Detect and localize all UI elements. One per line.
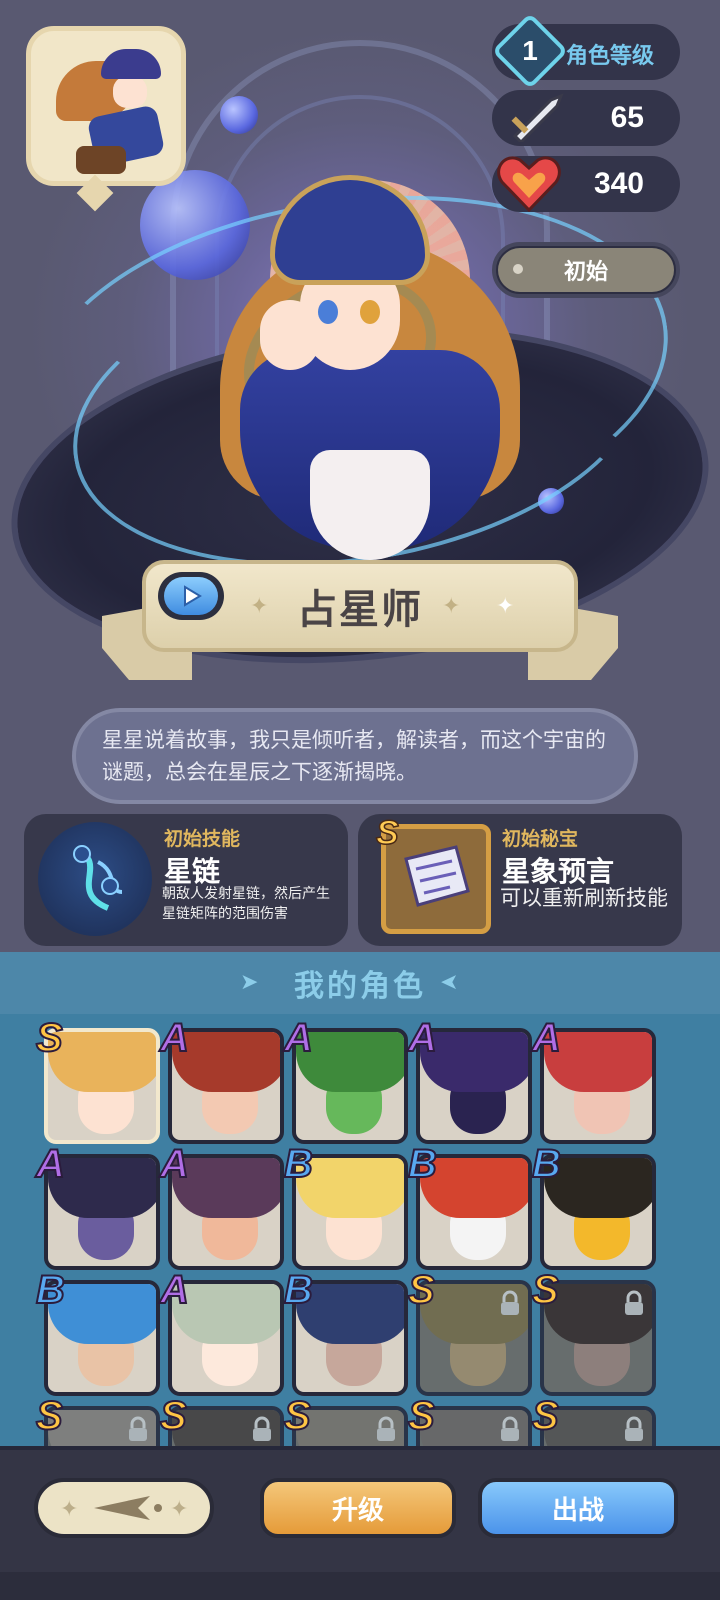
grade-badge: A [159,1141,190,1187]
svg-text:✦: ✦ [170,1497,188,1522]
roster-title: 我的角色 [0,952,720,1014]
relic-description: 可以重新刷新技能 [500,886,668,910]
grade-badge: B [283,1267,314,1313]
system-nav-bar [0,1572,720,1600]
character-astrologer [150,150,590,580]
sparkle-icon: ✦ [496,594,515,619]
grade-badge: B [283,1141,314,1187]
play-icon [184,585,202,607]
grade-badge: S [35,1015,64,1061]
sort-button[interactable]: ✦ ✦ [34,1478,214,1538]
grade-badge: A [35,1141,66,1187]
grade-badge: A [159,1015,190,1061]
hp-value: 340 [593,167,644,200]
lock-icon [625,1416,643,1441]
character-portrait-card[interactable] [26,26,186,186]
level-label: 角色等级 [566,44,655,69]
upgrade-button[interactable]: 升级 [260,1478,456,1538]
grade-badge: S [283,1393,312,1439]
state-dot [513,264,523,274]
voice-play-button[interactable] [164,577,218,615]
grade-badge: S [159,1393,188,1439]
grade-badge: S [407,1393,436,1439]
lock-icon [129,1416,147,1441]
star-chain-skill-icon [38,822,152,936]
grade-badge: S [531,1393,560,1439]
deploy-button[interactable]: 出战 [478,1478,678,1538]
lock-icon [625,1290,643,1315]
grade-badge: A [283,1015,314,1061]
level-value: 1 [522,35,538,66]
orb-decoration [220,96,258,134]
grade-badge: A [531,1015,562,1061]
sort-icon: ✦ ✦ [60,1496,188,1522]
attack-value: 65 [610,101,644,134]
grade-badge: S [407,1267,436,1313]
heart-icon [497,156,561,213]
relic-label: 初始秘宝 [502,828,579,850]
skill-label: 初始技能 [164,828,241,850]
grade-badge: B [35,1267,66,1313]
lock-icon [377,1416,395,1441]
grade-badge: B [407,1141,438,1187]
character-description: 星星说着故事，我只是倾听者，解读者，而这个宇宙的谜题，总会在星辰之下逐渐揭晓。 [102,728,606,784]
character-description-box: 星星说着故事，我只是倾听者，解读者，而这个宇宙的谜题，总会在星辰之下逐渐揭晓。 [72,708,638,804]
grade-badge: A [407,1015,438,1061]
arrow-left-icon: ➤ [240,970,259,995]
character-hair [48,1032,156,1092]
grade-badge: S [35,1393,64,1439]
lock-icon [253,1416,271,1441]
relic-grade-badge: S [375,813,399,853]
arrow-right-icon: ➤ [440,970,459,995]
svg-text:✦: ✦ [60,1497,78,1522]
grade-badge: B [531,1141,562,1187]
lock-icon [501,1416,519,1441]
banner-decoration: ✦ [442,594,461,619]
banner-decoration: ✦ [250,594,269,619]
sword-icon [511,93,564,142]
state-label[interactable]: 初始 [498,248,674,292]
grade-badge: A [159,1267,190,1313]
skill-description: 朝敌人发射星链，然后产生星链矩阵的范围伤害 [162,886,330,922]
lock-icon [501,1290,519,1315]
grade-badge: S [531,1267,560,1313]
